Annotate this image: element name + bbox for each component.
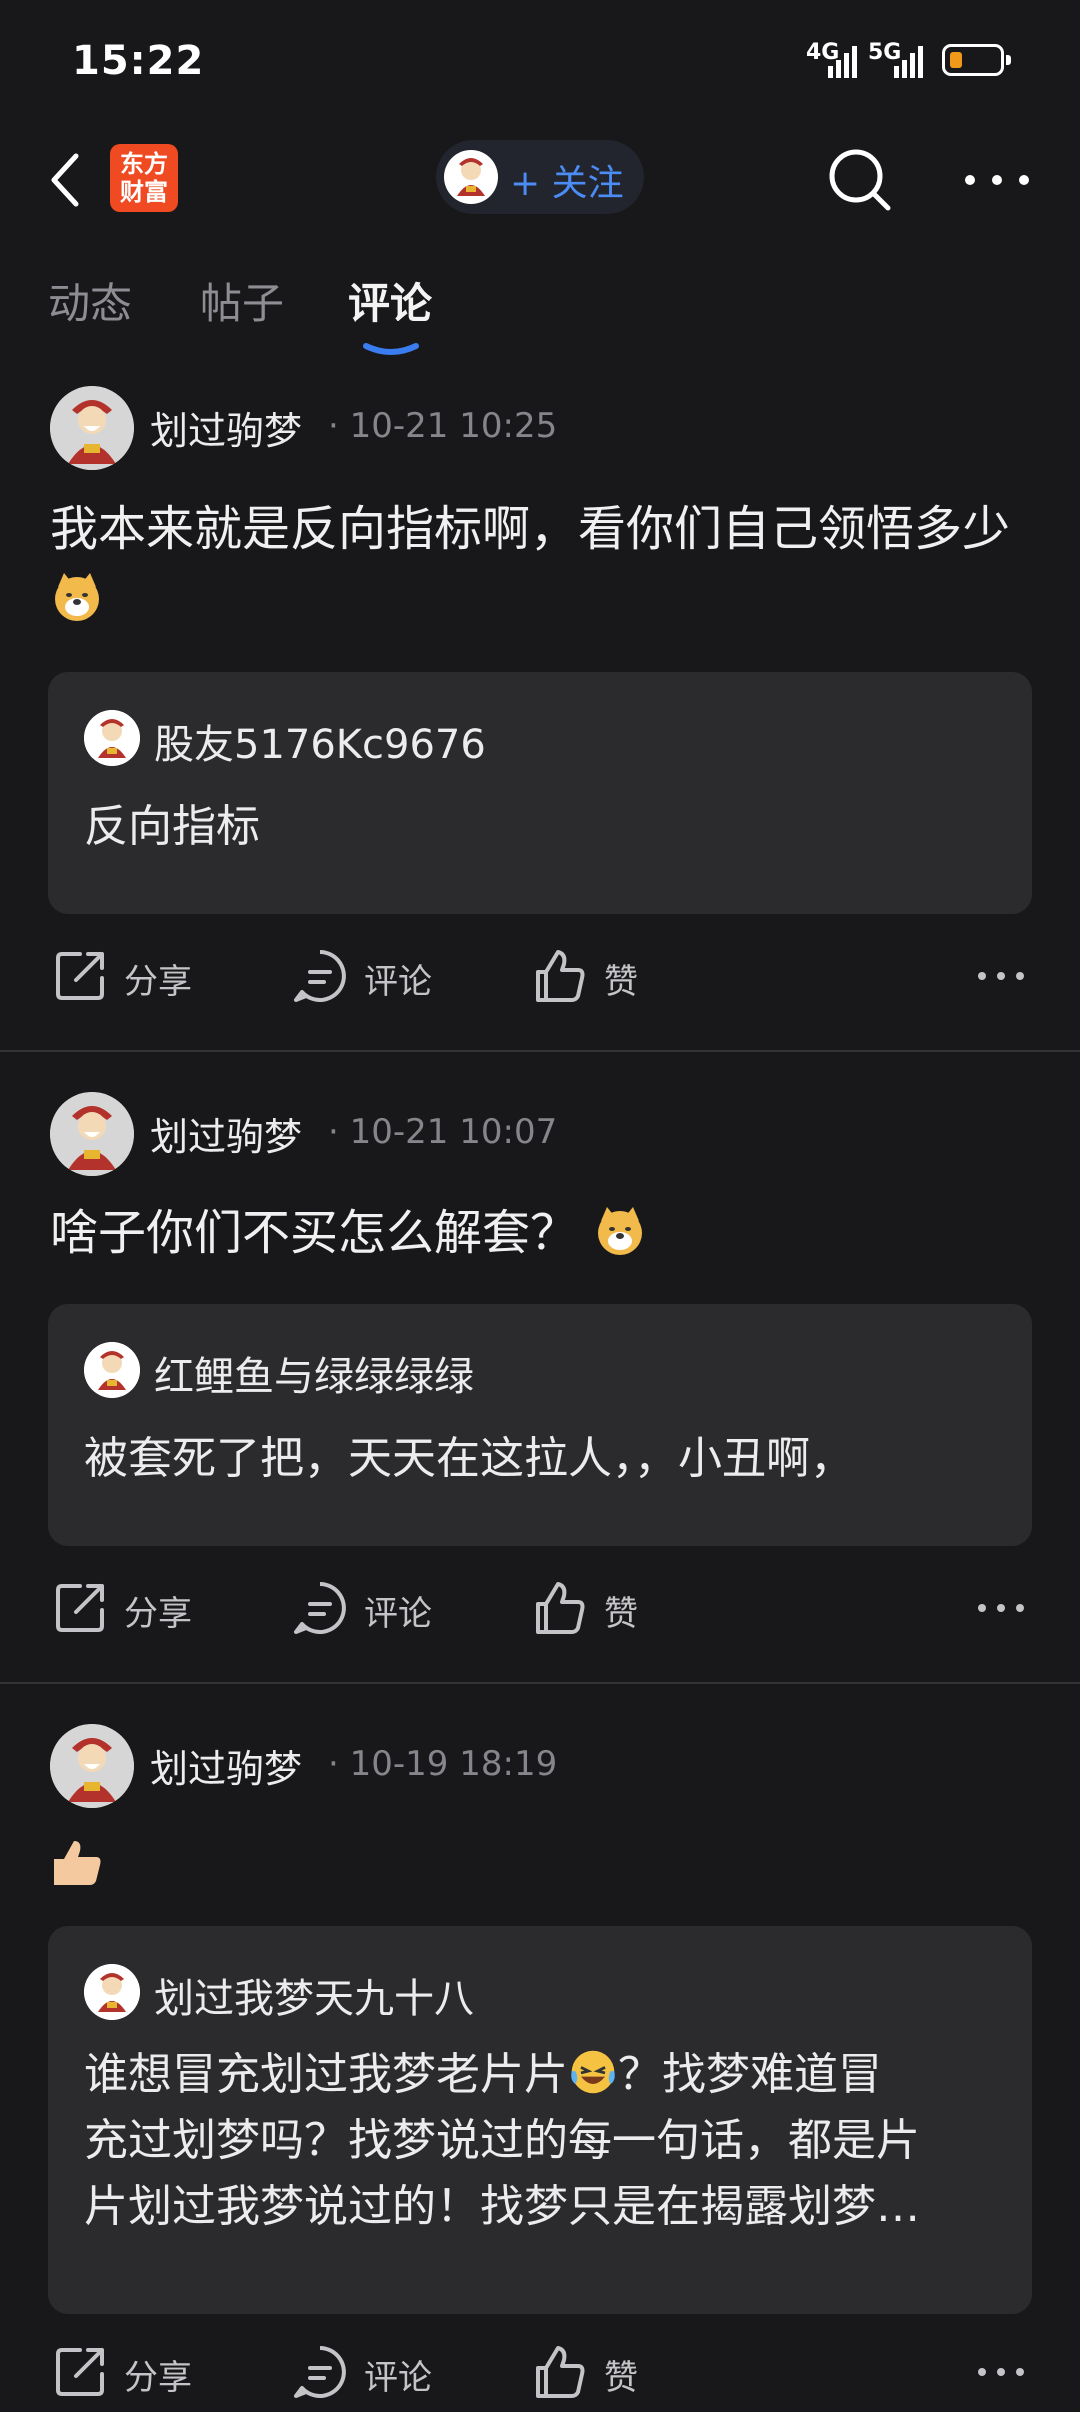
quoted-comment[interactable]: 划过我梦天九十八 谁想冒充划过我梦老片片 ？找梦难道冒 充过划梦吗？找梦说过的每… [48, 1926, 1032, 2314]
author-name[interactable]: 划过驹梦 [150, 400, 302, 455]
like-label: 赞 [604, 1594, 638, 1634]
comment-text: 我本来就是反向指标啊，看你们自己领悟多少 [50, 494, 1030, 634]
signal-icon [828, 46, 857, 78]
battery-icon [942, 44, 1011, 76]
follow-label: + 关注 [510, 163, 624, 204]
status-bar: 15:22 4G 5G [0, 0, 1080, 120]
share-label: 分享 [124, 962, 192, 1002]
more-options-icon[interactable] [976, 1598, 1026, 1618]
quoted-text-line: 片划过我梦说过的！找梦只是在揭露划梦… [84, 2181, 920, 2232]
divider [0, 1682, 1080, 1684]
more-options-icon[interactable] [962, 162, 1032, 198]
quoted-comment[interactable]: 股友5176Kc9676 反向指标 [48, 672, 1032, 914]
logo-text-line1: 东方 [120, 150, 168, 178]
thumbs-up-icon [536, 1582, 585, 1634]
comment-text: 啥子你们不买怎么解套？ [50, 1198, 1030, 1268]
tab-comments[interactable]: 评论 [348, 270, 432, 331]
comment-icon [294, 2346, 346, 2398]
quoted-text-line: 充过划梦吗？找梦说过的每一句话，都是片 [84, 2115, 920, 2166]
doge-emoji-icon [598, 1207, 643, 1255]
quoted-text-line: 谁想冒充划过我梦老片片 ？找梦难道冒 [84, 2042, 1004, 2108]
logo-text-line2: 财富 [120, 178, 168, 206]
status-time: 15:22 [72, 38, 205, 84]
quoted-user-avatar [84, 1342, 140, 1398]
back-arrow-icon[interactable] [44, 148, 88, 212]
author-avatar[interactable] [50, 1724, 134, 1808]
share-icon [56, 2348, 104, 2396]
user-avatar [444, 150, 498, 204]
quoted-text-fragment: ？找梦难道冒 [618, 2049, 882, 2100]
active-tab-indicator [363, 343, 419, 355]
post-time: · 10-21 10:25 [328, 406, 558, 446]
post-time: · 10-19 18:19 [328, 1744, 558, 1784]
comment-label: 评论 [364, 1594, 432, 1634]
search-icon[interactable] [826, 146, 896, 216]
laugh-cry-emoji-icon [571, 2050, 615, 2094]
comment-actions: 分享 评论 赞 [0, 936, 1080, 1016]
comment-actions: 分享 评论 赞 [0, 1568, 1080, 1648]
quoted-user-name: 股友5176Kc9676 [154, 722, 486, 768]
share-label: 分享 [124, 1594, 192, 1634]
more-options-icon[interactable] [976, 966, 1026, 986]
comment-label: 评论 [364, 2358, 432, 2398]
comment-actions: 分享 评论 赞 [0, 2332, 1080, 2412]
thumbs-up-icon [536, 2346, 585, 2398]
like-label: 赞 [604, 962, 638, 1002]
like-label: 赞 [604, 2358, 638, 2398]
comment-text [50, 1830, 1030, 1900]
comment-icon [294, 1582, 346, 1634]
share-label: 分享 [124, 2358, 192, 2398]
profile-tabs: 动态 帖子 评论 [0, 270, 1080, 355]
quoted-text: 被套死了把，天天在这拉人，，小丑啊， [84, 1433, 854, 1484]
comment-text-content: 啥子你们不买怎么解套？ [50, 1205, 579, 1261]
author-avatar[interactable] [50, 1092, 134, 1176]
quoted-user-name: 划过我梦天九十八 [154, 1976, 474, 2022]
more-options-icon[interactable] [976, 2362, 1026, 2382]
thumbs-up-icon [536, 950, 585, 1002]
post-time: · 10-21 10:07 [328, 1112, 558, 1152]
thumbs-up-emoji-icon [54, 1841, 101, 1885]
quoted-comment[interactable]: 红鲤鱼与绿绿绿绿 被套死了把，天天在这拉人，，小丑啊， [48, 1304, 1032, 1546]
quoted-text: 反向指标 [84, 801, 260, 852]
app-logo[interactable]: 东方 财富 [110, 144, 178, 212]
comment-icon [294, 950, 346, 1002]
tab-posts[interactable]: 帖子 [200, 270, 284, 331]
quoted-user-name: 红鲤鱼与绿绿绿绿 [154, 1354, 474, 1400]
share-icon [56, 1584, 104, 1632]
quoted-user-avatar [84, 1964, 140, 2020]
divider [0, 1050, 1080, 1052]
author-avatar[interactable] [50, 386, 134, 470]
comment-label: 评论 [364, 962, 432, 1002]
quoted-user-avatar [84, 710, 140, 766]
doge-emoji-icon [55, 573, 99, 621]
tab-dynamics[interactable]: 动态 [48, 270, 132, 331]
author-name[interactable]: 划过驹梦 [150, 1738, 302, 1793]
comment-text-content: 我本来就是反向指标啊，看你们自己领悟多少 [50, 501, 1011, 557]
signal-icon [894, 46, 923, 78]
quoted-text: 谁想冒充划过我梦老片片 ？找梦难道冒 充过划梦吗？找梦说过的每一句话，都是片 片… [84, 2042, 1004, 2240]
follow-button[interactable]: + 关注 [436, 140, 644, 214]
quoted-text-fragment: 谁想冒充划过我梦老片片 [84, 2049, 568, 2100]
author-name[interactable]: 划过驹梦 [150, 1106, 302, 1161]
top-nav-bar: 东方 财富 + 关注 [0, 130, 1080, 230]
share-icon [56, 952, 104, 1000]
